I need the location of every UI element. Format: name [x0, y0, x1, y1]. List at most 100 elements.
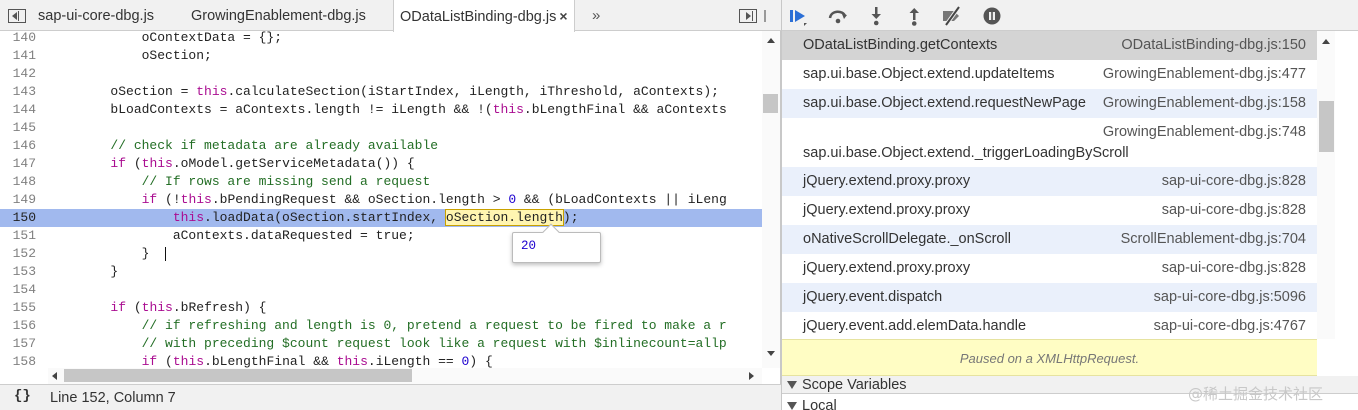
call-frame-location[interactable]: sap-ui-core-dbg.js:828: [1162, 202, 1306, 218]
code-line[interactable]: 142: [0, 65, 762, 83]
code-line[interactable]: 153 }: [0, 263, 762, 281]
call-frame-location[interactable]: GrowingEnablement-dbg.js:158: [1103, 95, 1306, 111]
code-line[interactable]: 156 // if refreshing and length is 0, pr…: [0, 317, 762, 335]
step-over-icon[interactable]: [826, 4, 850, 28]
code-area[interactable]: 140 oContextData = {}; 141 oSection; 142 14…: [0, 31, 762, 368]
code-line[interactable]: 152 }: [0, 245, 762, 263]
code-line[interactable]: 145: [0, 119, 762, 137]
code-line[interactable]: 141 oSection;: [0, 47, 762, 65]
call-frame[interactable]: jQuery.extend.proxy.proxy sap-ui-core-dbg…: [782, 167, 1317, 196]
deactivate-breakpoints-icon[interactable]: [940, 4, 964, 28]
step-into-icon[interactable]: [864, 4, 888, 28]
code-line[interactable]: 155 if (this.bRefresh) {: [0, 299, 762, 317]
code-line[interactable]: 154: [0, 281, 762, 299]
scroll-left-arrow-icon[interactable]: [52, 372, 57, 380]
call-stack-scrollbar[interactable]: [1317, 31, 1335, 339]
more-tabs-icon[interactable]: »: [592, 0, 600, 31]
scroll-down-arrow-icon[interactable]: [767, 351, 775, 356]
hovered-expression: oSection.length: [444, 209, 564, 226]
code-line[interactable]: 149 if (!this.bPendingRequest && oSectio…: [0, 191, 762, 209]
call-frame[interactable]: oNativeScrollDelegate._onScroll ScrollEna…: [782, 225, 1317, 254]
tab-sap-ui-core[interactable]: sap-ui-core-dbg.js: [32, 0, 160, 31]
line-number[interactable]: 144: [0, 101, 38, 119]
scope-variables-label: Scope Variables: [802, 377, 907, 393]
line-number[interactable]: 152: [0, 245, 38, 263]
resume-icon[interactable]: [786, 4, 810, 28]
line-number[interactable]: 155: [0, 299, 38, 317]
scroll-up-arrow-icon[interactable]: [1322, 39, 1330, 44]
line-number[interactable]: 146: [0, 137, 38, 155]
code-vertical-scrollbar[interactable]: [762, 31, 780, 368]
code-token: // If rows are missing send a request: [48, 174, 431, 189]
line-number[interactable]: 143: [0, 83, 38, 101]
call-frame[interactable]: jQuery.extend.proxy.proxy sap-ui-core-dbg…: [782, 254, 1317, 283]
scrollbar-thumb[interactable]: [64, 369, 412, 382]
call-frame-location[interactable]: sap-ui-core-dbg.js:828: [1162, 173, 1306, 189]
expand-triangle-icon[interactable]: [787, 381, 797, 389]
paused-status-message: Paused on a XMLHttpRequest.: [782, 339, 1317, 376]
code-line[interactable]: 151 aContexts.dataRequested = true;: [0, 227, 762, 245]
line-number[interactable]: 150: [0, 209, 38, 227]
line-number[interactable]: 156: [0, 317, 38, 335]
line-number[interactable]: 147: [0, 155, 38, 173]
line-number[interactable]: 157: [0, 335, 38, 353]
code-line[interactable]: 140 oContextData = {};: [0, 31, 762, 47]
call-frame[interactable]: jQuery.extend.proxy.proxy sap-ui-core-dbg…: [782, 196, 1317, 225]
line-number[interactable]: 153: [0, 263, 38, 281]
call-frame[interactable]: ODataListBinding.getContexts ODataListBin…: [782, 31, 1317, 60]
call-frame[interactable]: sap.ui.base.Object.extend._triggerLoadin…: [782, 118, 1317, 167]
code-line[interactable]: 143 oSection = this.calculateSection(iSt…: [0, 83, 762, 101]
expand-triangle-icon[interactable]: [787, 402, 797, 410]
local-scope-label: Local: [802, 398, 837, 410]
scrollbar-thumb[interactable]: [1319, 101, 1334, 152]
close-icon[interactable]: ×: [559, 8, 567, 24]
code-text: if (this.bLengthFinal && this.iLength ==…: [48, 353, 493, 368]
code-line[interactable]: 146 // check if metadata are already ava…: [0, 137, 762, 155]
code-horizontal-scrollbar[interactable]: [48, 368, 762, 384]
step-out-icon[interactable]: [902, 4, 926, 28]
line-number[interactable]: 141: [0, 47, 38, 65]
scrollbar-thumb[interactable]: [763, 94, 778, 113]
code-token: this: [172, 210, 205, 225]
value-popover: 20: [512, 232, 601, 263]
scroll-right-arrow-icon[interactable]: [749, 372, 754, 380]
scroll-up-arrow-icon[interactable]: [767, 38, 775, 43]
code-line[interactable]: 144 bLoadContexts = aContexts.length != …: [0, 101, 762, 119]
watermark: @稀土掘金技术社区: [1188, 385, 1324, 403]
code-line[interactable]: 158 if (this.bLengthFinal && this.iLengt…: [0, 353, 762, 368]
current-execution-line[interactable]: 150 this.loadData(oSection.startIndex, o…: [0, 209, 762, 227]
call-frame-location[interactable]: sap-ui-core-dbg.js:828: [1162, 260, 1306, 276]
code-line[interactable]: 148 // If rows are missing send a reques…: [0, 173, 762, 191]
call-frame[interactable]: sap.ui.base.Object.extend.updateItems Gro…: [782, 60, 1317, 89]
tab-label: sap-ui-core-dbg.js: [38, 8, 155, 24]
line-number[interactable]: 145: [0, 119, 38, 137]
line-number[interactable]: 151: [0, 227, 38, 245]
line-number[interactable]: 158: [0, 353, 38, 368]
line-number[interactable]: 148: [0, 173, 38, 191]
navigator-toggle-icon[interactable]: [8, 9, 26, 23]
call-frame[interactable]: jQuery.event.dispatch sap-ui-core-dbg.js:…: [782, 283, 1317, 312]
line-number[interactable]: 154: [0, 281, 38, 299]
line-number[interactable]: 142: [0, 65, 38, 83]
debugger-sidebar-toggle-icon[interactable]: [739, 9, 757, 23]
call-frame[interactable]: sap.ui.base.Object.extend.requestNewPage…: [782, 89, 1317, 118]
code-token: if: [141, 354, 158, 368]
tab-odata-list-binding[interactable]: ODataListBinding-dbg.js ×: [393, 0, 575, 32]
call-frame-location[interactable]: sap-ui-core-dbg.js:4767: [1154, 318, 1306, 334]
call-frame-function: sap.ui.base.Object.extend._triggerLoadin…: [803, 145, 1129, 161]
pretty-print-button[interactable]: {}: [14, 388, 31, 404]
call-frame[interactable]: jQuery.event.add.elemData.handle sap-ui-c…: [782, 312, 1317, 339]
call-frame-location[interactable]: GrowingEnablement-dbg.js:748: [1103, 124, 1306, 140]
pause-on-exceptions-icon[interactable]: [980, 4, 1004, 28]
call-frame-location[interactable]: ScrollEnablement-dbg.js:704: [1121, 231, 1306, 247]
call-frame-location[interactable]: ODataListBinding-dbg.js:150: [1121, 37, 1306, 53]
code-token: this: [172, 354, 205, 368]
line-number[interactable]: 140: [0, 31, 38, 47]
code-line[interactable]: 157 // with preceding $count request loo…: [0, 335, 762, 353]
call-frame-location[interactable]: sap-ui-core-dbg.js:5096: [1154, 289, 1306, 305]
code-line[interactable]: 147 if (this.oModel.getServiceMetadata()…: [0, 155, 762, 173]
line-number[interactable]: 149: [0, 191, 38, 209]
call-frame-location[interactable]: GrowingEnablement-dbg.js:477: [1103, 66, 1306, 82]
code-token: ) {: [469, 354, 493, 368]
tab-growing-enablement[interactable]: GrowingEnablement-dbg.js: [185, 0, 372, 31]
